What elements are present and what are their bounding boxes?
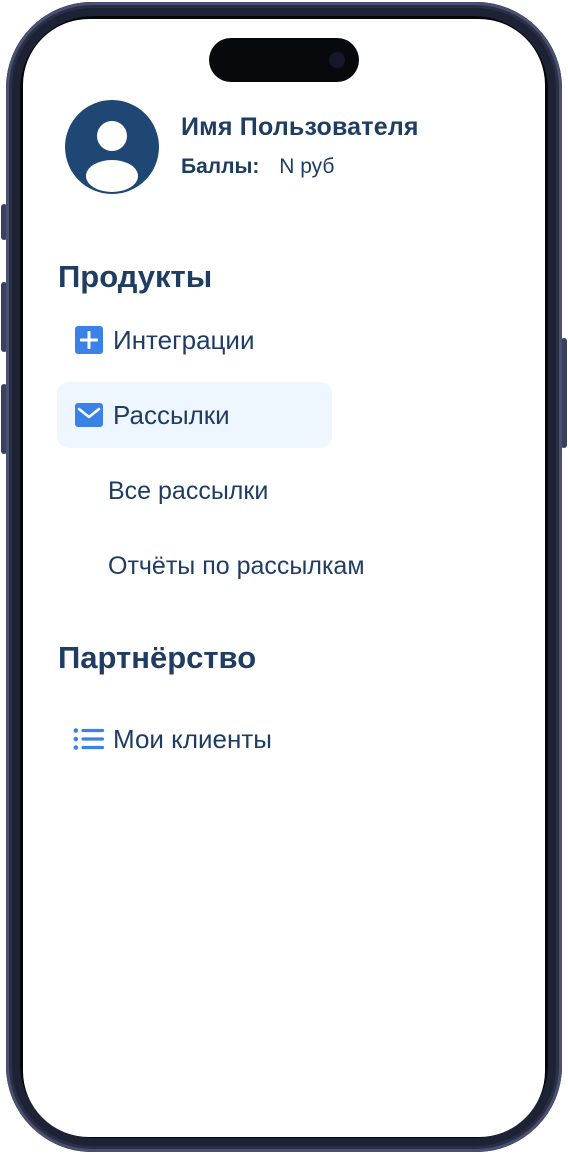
camera-icon <box>329 52 345 68</box>
nav-item-my-clients[interactable]: Мои клиенты <box>57 706 272 772</box>
screen: Имя Пользователя Баллы: N руб Продукты И… <box>23 19 545 1137</box>
user-icon <box>86 121 138 192</box>
avatar[interactable] <box>65 100 159 194</box>
phone-mockup: Имя Пользователя Баллы: N руб Продукты И… <box>0 0 568 1156</box>
section-title-partnership: Партнёрство <box>58 640 257 675</box>
section-title-products: Продукты <box>58 259 213 294</box>
plus-square-icon <box>73 324 105 356</box>
nav-subitem-mailing-reports[interactable]: Отчёты по рассылкам <box>108 552 365 581</box>
envelope-icon <box>73 399 105 431</box>
points-value: N руб <box>279 155 335 178</box>
points-label: Баллы: <box>181 155 260 178</box>
nav-item-integrations[interactable]: Интеграции <box>57 307 254 373</box>
dynamic-island <box>209 38 359 82</box>
nav-subitem-all-mailings[interactable]: Все рассылки <box>108 477 268 506</box>
points-row: Баллы: N руб <box>181 155 334 179</box>
nav-item-label: Рассылки <box>113 399 230 430</box>
user-name: Имя Пользователя <box>181 113 419 141</box>
nav-item-mailings[interactable]: Рассылки <box>57 382 332 448</box>
nav-item-label: Интеграции <box>113 324 255 355</box>
nav-item-label: Мои клиенты <box>113 723 272 754</box>
list-icon <box>73 723 105 755</box>
